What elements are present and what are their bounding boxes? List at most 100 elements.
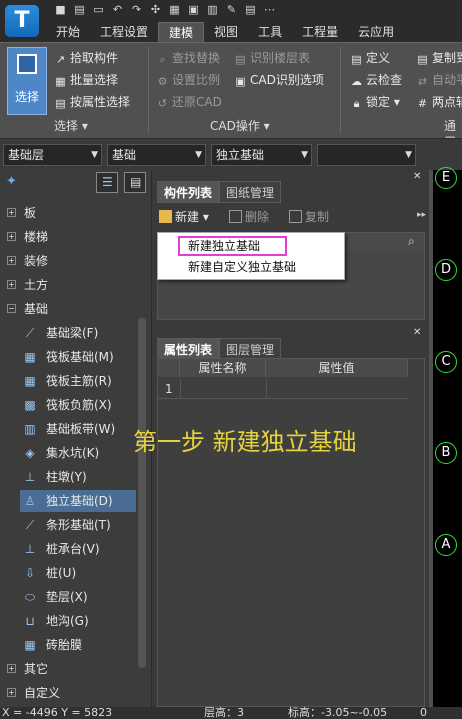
- save-icon[interactable]: ■: [54, 3, 67, 16]
- collapse-icon[interactable]: −: [7, 304, 16, 313]
- identify-floor-table-button[interactable]: ▤ 识别楼层表: [234, 49, 310, 67]
- delete-label: 删除: [245, 210, 270, 224]
- type-select[interactable]: 独立基础 ▼: [211, 144, 312, 166]
- tab-cloud[interactable]: 云应用: [348, 22, 404, 42]
- drawing-canvas[interactable]: E D C B A: [429, 167, 462, 707]
- set-scale-button[interactable]: ⚙ 设置比例: [156, 71, 220, 89]
- find-replace-button[interactable]: ⌕ 查找替换: [156, 49, 220, 67]
- tab-property-list[interactable]: 属性列表: [157, 338, 220, 360]
- layout-icon[interactable]: ▥: [206, 3, 219, 16]
- tree-item-label: 柱墩(Y): [46, 470, 87, 484]
- define-button[interactable]: ▤ 定义: [350, 49, 390, 67]
- tree-item-trench[interactable]: ⊔ 地沟(G): [20, 610, 136, 632]
- two-point-aux-button[interactable]: # 两点辅: [416, 93, 462, 111]
- define-icon: ▤: [351, 53, 362, 66]
- undo-icon[interactable]: ↶: [111, 3, 124, 16]
- pick-component-button[interactable]: ↗ 拾取构件: [54, 49, 118, 67]
- copy-to-button[interactable]: ▤ 复制到: [416, 49, 462, 67]
- tab-modeling[interactable]: 建模: [158, 22, 205, 42]
- tree-item-cushion[interactable]: ⬭ 垫层(X): [20, 586, 136, 608]
- cad-options-button[interactable]: ▣ CAD识别选项: [234, 71, 324, 89]
- tree-item-pile[interactable]: ⇩ 桩(U): [20, 562, 136, 584]
- tree-item-pile-cap[interactable]: ⊥ 桩承台(V): [20, 538, 136, 560]
- canvas-splitter[interactable]: [429, 170, 433, 707]
- expand-icon[interactable]: +: [7, 256, 16, 265]
- table-icon[interactable]: ▤: [244, 3, 257, 16]
- tree-item-foundation-beam[interactable]: ⟋ 基础梁(F): [20, 322, 136, 344]
- chevron-down-icon: ▼: [195, 150, 202, 160]
- cloud-check-button[interactable]: ☁ 云检查: [350, 71, 402, 89]
- tree-item-label: 基础板带(W): [46, 422, 116, 436]
- tab-view[interactable]: 视图: [204, 22, 248, 42]
- tab-project-settings[interactable]: 工程设置: [90, 22, 158, 42]
- batch-icon: ▦: [55, 75, 66, 88]
- type-value: 独立基础: [216, 148, 265, 162]
- open-folder-icon[interactable]: ▭: [92, 3, 105, 16]
- snap-icon[interactable]: ✣: [149, 3, 162, 16]
- restore-cad-button[interactable]: ↺ 还原CAD: [156, 93, 222, 111]
- tree-item-brick-mold[interactable]: ▦ 砖胎膜: [20, 634, 136, 656]
- tree-scrollbar[interactable]: [138, 318, 146, 668]
- tab-start[interactable]: 开始: [46, 22, 90, 42]
- monitor-icon[interactable]: ▣: [187, 3, 200, 16]
- grid-icon[interactable]: ▦: [168, 3, 181, 16]
- tree-item-sump-pit[interactable]: ◈ 集水坑(K): [20, 442, 136, 464]
- category-select[interactable]: 基础 ▼: [107, 144, 206, 166]
- search-icon[interactable]: ⌕: [408, 234, 415, 249]
- expand-icon[interactable]: +: [7, 232, 16, 241]
- tab-tools[interactable]: 工具: [248, 22, 292, 42]
- panel-view-icon[interactable]: ▤: [124, 172, 146, 193]
- tree-item-strip-footing[interactable]: ⟋ 条形基础(T): [20, 514, 136, 536]
- floor-select[interactable]: 基础层 ▼: [3, 144, 102, 166]
- chevron-right-icon[interactable]: ▸▸: [417, 210, 426, 220]
- tree-item-foundation-strip[interactable]: ▥ 基础板带(W): [20, 418, 136, 440]
- redo-icon[interactable]: ↷: [130, 3, 143, 16]
- select-by-property-button[interactable]: ▤ 按属性选择: [54, 93, 130, 111]
- auto-level-button[interactable]: ⇄ 自动平: [416, 71, 462, 89]
- select-button[interactable]: 选择: [7, 47, 47, 115]
- tab-quantities[interactable]: 工程量: [292, 22, 348, 42]
- set-scale-label: 设置比例: [172, 73, 221, 87]
- select-group-label[interactable]: 选择 ▾: [54, 118, 88, 134]
- expand-icon[interactable]: +: [7, 280, 16, 289]
- expand-icon[interactable]: +: [7, 664, 16, 673]
- tree-item-isolated-footing[interactable]: ♙ 独立基础(D): [20, 490, 136, 512]
- select-group-text: 选择: [54, 119, 79, 133]
- expand-icon[interactable]: +: [7, 208, 16, 217]
- tab-drawing-management[interactable]: 图纸管理: [219, 181, 282, 203]
- tree-item-label: 筏板负筋(X): [46, 398, 112, 412]
- pick-icon: ↗: [55, 53, 66, 66]
- table-row[interactable]: 1: [158, 379, 408, 399]
- batch-select-button[interactable]: ▦ 批量选择: [54, 71, 118, 89]
- auto-level-icon: ⇄: [417, 75, 428, 88]
- pier-icon: ⊥: [24, 470, 36, 484]
- tree-item-column-pier[interactable]: ⊥ 柱墩(Y): [20, 466, 136, 488]
- brick-icon: ▦: [24, 638, 36, 652]
- new-file-icon[interactable]: ▤: [73, 3, 86, 16]
- menu-item-new-custom-isolated-footing[interactable]: 新建自定义独立基础: [188, 258, 296, 276]
- pen-icon[interactable]: ✎: [225, 3, 238, 16]
- tree-item-raft-negative-rebar[interactable]: ▩ 筏板负筋(X): [20, 394, 136, 416]
- more-icon[interactable]: ⋯: [263, 3, 276, 16]
- cad-group-label[interactable]: CAD操作 ▾: [210, 118, 270, 134]
- column-header-value: 属性值: [266, 359, 408, 377]
- tab-layer-management[interactable]: 图层管理: [219, 338, 282, 360]
- component-select[interactable]: ▼: [317, 144, 416, 166]
- lock-button[interactable]: 🔒︎ 锁定 ▾: [350, 93, 400, 111]
- chevron-down-icon: ▼: [301, 150, 308, 160]
- tree-item-raft-foundation[interactable]: ▦ 筏板基础(M): [20, 346, 136, 368]
- delete-button[interactable]: 删除: [229, 208, 269, 226]
- list-view-icon[interactable]: ☰: [96, 172, 118, 193]
- new-button[interactable]: 新建 ▾: [159, 208, 209, 226]
- menu-item-new-isolated-footing[interactable]: 新建独立基础: [188, 237, 260, 255]
- filter-bar: 基础层 ▼ 基础 ▼ 独立基础 ▼ ▼: [0, 138, 462, 170]
- expand-icon[interactable]: +: [7, 688, 16, 697]
- copy-button[interactable]: 复制: [289, 208, 329, 226]
- close-icon[interactable]: ✕: [413, 327, 421, 338]
- close-icon[interactable]: ✕: [413, 171, 421, 182]
- tree-item-raft-main-rebar[interactable]: ▦ 筏板主筋(R): [20, 370, 136, 392]
- property-tabs: 属性列表 图层管理: [157, 338, 282, 360]
- tab-component-list[interactable]: 构件列表: [157, 181, 220, 203]
- property-table: 属性名称 属性值 1: [157, 358, 425, 707]
- sparkle-icon[interactable]: ✦: [6, 174, 17, 189]
